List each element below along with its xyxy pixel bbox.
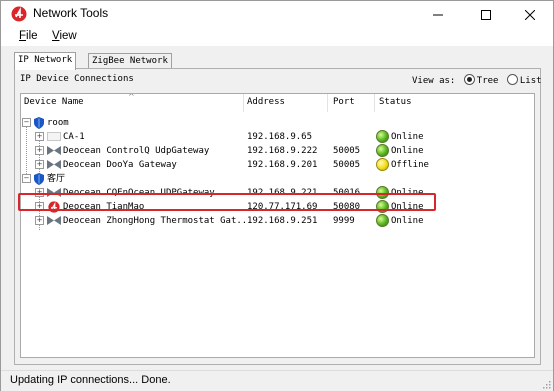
shield-icon bbox=[34, 117, 44, 129]
column-header: ^ Device Name Address Port Status bbox=[21, 94, 534, 112]
column-port[interactable]: Port bbox=[333, 97, 355, 107]
table-row[interactable]: + Deocean DooYa Gateway 192.168.9.201 50… bbox=[21, 158, 534, 172]
expand-toggle-icon[interactable]: + bbox=[35, 160, 44, 169]
online-status-icon bbox=[376, 214, 389, 227]
status-text: Updating IP connections... Done. bbox=[10, 374, 171, 386]
group-name: room bbox=[47, 118, 69, 128]
tab-ip-network-label: IP Network bbox=[18, 55, 73, 65]
group-name: 客厅 bbox=[47, 174, 66, 184]
expand-toggle-icon[interactable]: + bbox=[35, 132, 44, 141]
collapse-toggle-icon[interactable]: − bbox=[22, 174, 31, 183]
panel-title: IP Device Connections bbox=[20, 74, 134, 84]
table-row[interactable]: + CA-1 192.168.9.65 Online bbox=[21, 130, 534, 144]
collapse-toggle-icon[interactable]: − bbox=[22, 118, 31, 127]
app-logo-icon bbox=[11, 6, 27, 22]
view-tree-radio[interactable] bbox=[463, 74, 475, 85]
tree-group-row[interactable]: − 客厅 bbox=[21, 172, 534, 186]
ip-connections-panel: IP Device Connections View as: Tree List… bbox=[14, 68, 542, 365]
view-as-group: View as: Tree List bbox=[412, 74, 542, 86]
tree-group-row[interactable]: − room bbox=[21, 116, 534, 130]
device-status: Online bbox=[391, 132, 424, 142]
minimize-button[interactable] bbox=[415, 1, 461, 28]
close-icon bbox=[525, 9, 535, 20]
device-name: CA-1 bbox=[63, 132, 85, 142]
expand-toggle-icon[interactable]: + bbox=[35, 216, 44, 225]
gateway-icon bbox=[47, 146, 61, 155]
tab-ip-network[interactable]: IP Network bbox=[14, 52, 77, 70]
device-status: Online bbox=[391, 216, 424, 226]
device-tree[interactable]: ^ Device Name Address Port Status − room bbox=[20, 93, 535, 358]
device-box-icon bbox=[47, 132, 61, 141]
tab-zigbee-network[interactable]: ZigBee Network bbox=[88, 53, 172, 69]
menu-view-label: iew bbox=[59, 30, 77, 42]
window-title: Network Tools bbox=[33, 6, 109, 20]
table-row[interactable]: + Deocean ControlQ UdpGateway 192.168.9.… bbox=[21, 144, 534, 158]
online-status-icon bbox=[376, 144, 389, 157]
menu-file[interactable]: File bbox=[19, 30, 38, 42]
close-button[interactable] bbox=[507, 1, 553, 28]
gateway-icon bbox=[47, 216, 61, 225]
device-name: Deocean DooYa Gateway bbox=[63, 160, 177, 170]
highlight-annotation bbox=[18, 193, 436, 211]
maximize-button[interactable] bbox=[463, 1, 509, 28]
status-bar: Updating IP connections... Done. bbox=[1, 370, 553, 391]
offline-status-icon bbox=[376, 158, 389, 171]
view-tree-label[interactable]: Tree bbox=[477, 76, 499, 86]
column-address[interactable]: Address bbox=[247, 97, 285, 107]
column-divider[interactable] bbox=[327, 94, 328, 112]
view-list-label[interactable]: List bbox=[520, 76, 542, 86]
menu-file-label: ile bbox=[26, 30, 38, 42]
gateway-icon bbox=[47, 160, 61, 169]
menu-view[interactable]: View bbox=[52, 30, 77, 42]
column-device-name[interactable]: Device Name bbox=[24, 97, 84, 107]
title-bar[interactable]: Network Tools bbox=[1, 1, 553, 28]
menu-file-mnemonic: F bbox=[19, 30, 27, 42]
device-address: 192.168.9.251 bbox=[247, 216, 318, 226]
menu-bar: File View bbox=[1, 28, 553, 46]
device-port: 9999 bbox=[333, 216, 355, 226]
table-row[interactable]: + Deocean ZhongHong Thermostat Gat... 19… bbox=[21, 214, 534, 228]
maximize-icon bbox=[481, 9, 491, 20]
tab-zigbee-network-label: ZigBee Network bbox=[92, 56, 168, 66]
column-divider[interactable] bbox=[374, 94, 375, 112]
minimize-icon bbox=[433, 14, 443, 15]
shield-icon bbox=[34, 173, 44, 185]
column-status[interactable]: Status bbox=[379, 97, 412, 107]
device-address: 192.168.9.222 bbox=[247, 146, 318, 156]
device-name: Deocean ZhongHong Thermostat Gat... bbox=[63, 216, 253, 226]
view-list-radio[interactable] bbox=[506, 74, 518, 85]
resize-grip-icon[interactable] bbox=[541, 379, 551, 389]
expand-toggle-icon[interactable]: + bbox=[35, 146, 44, 155]
device-name: Deocean ControlQ UdpGateway bbox=[63, 146, 210, 156]
device-port: 50005 bbox=[333, 160, 361, 170]
device-status: Offline bbox=[391, 160, 429, 170]
device-status: Online bbox=[391, 146, 424, 156]
column-divider[interactable] bbox=[243, 94, 244, 112]
device-address: 192.168.9.201 bbox=[247, 160, 318, 170]
device-address: 192.168.9.65 bbox=[247, 132, 313, 142]
app-window: Network Tools File View IP Network ZigBe… bbox=[0, 0, 554, 391]
sort-arrow-icon: ^ bbox=[128, 93, 135, 101]
online-status-icon bbox=[376, 130, 389, 143]
view-as-label: View as: bbox=[412, 76, 456, 86]
device-port: 50005 bbox=[333, 146, 361, 156]
